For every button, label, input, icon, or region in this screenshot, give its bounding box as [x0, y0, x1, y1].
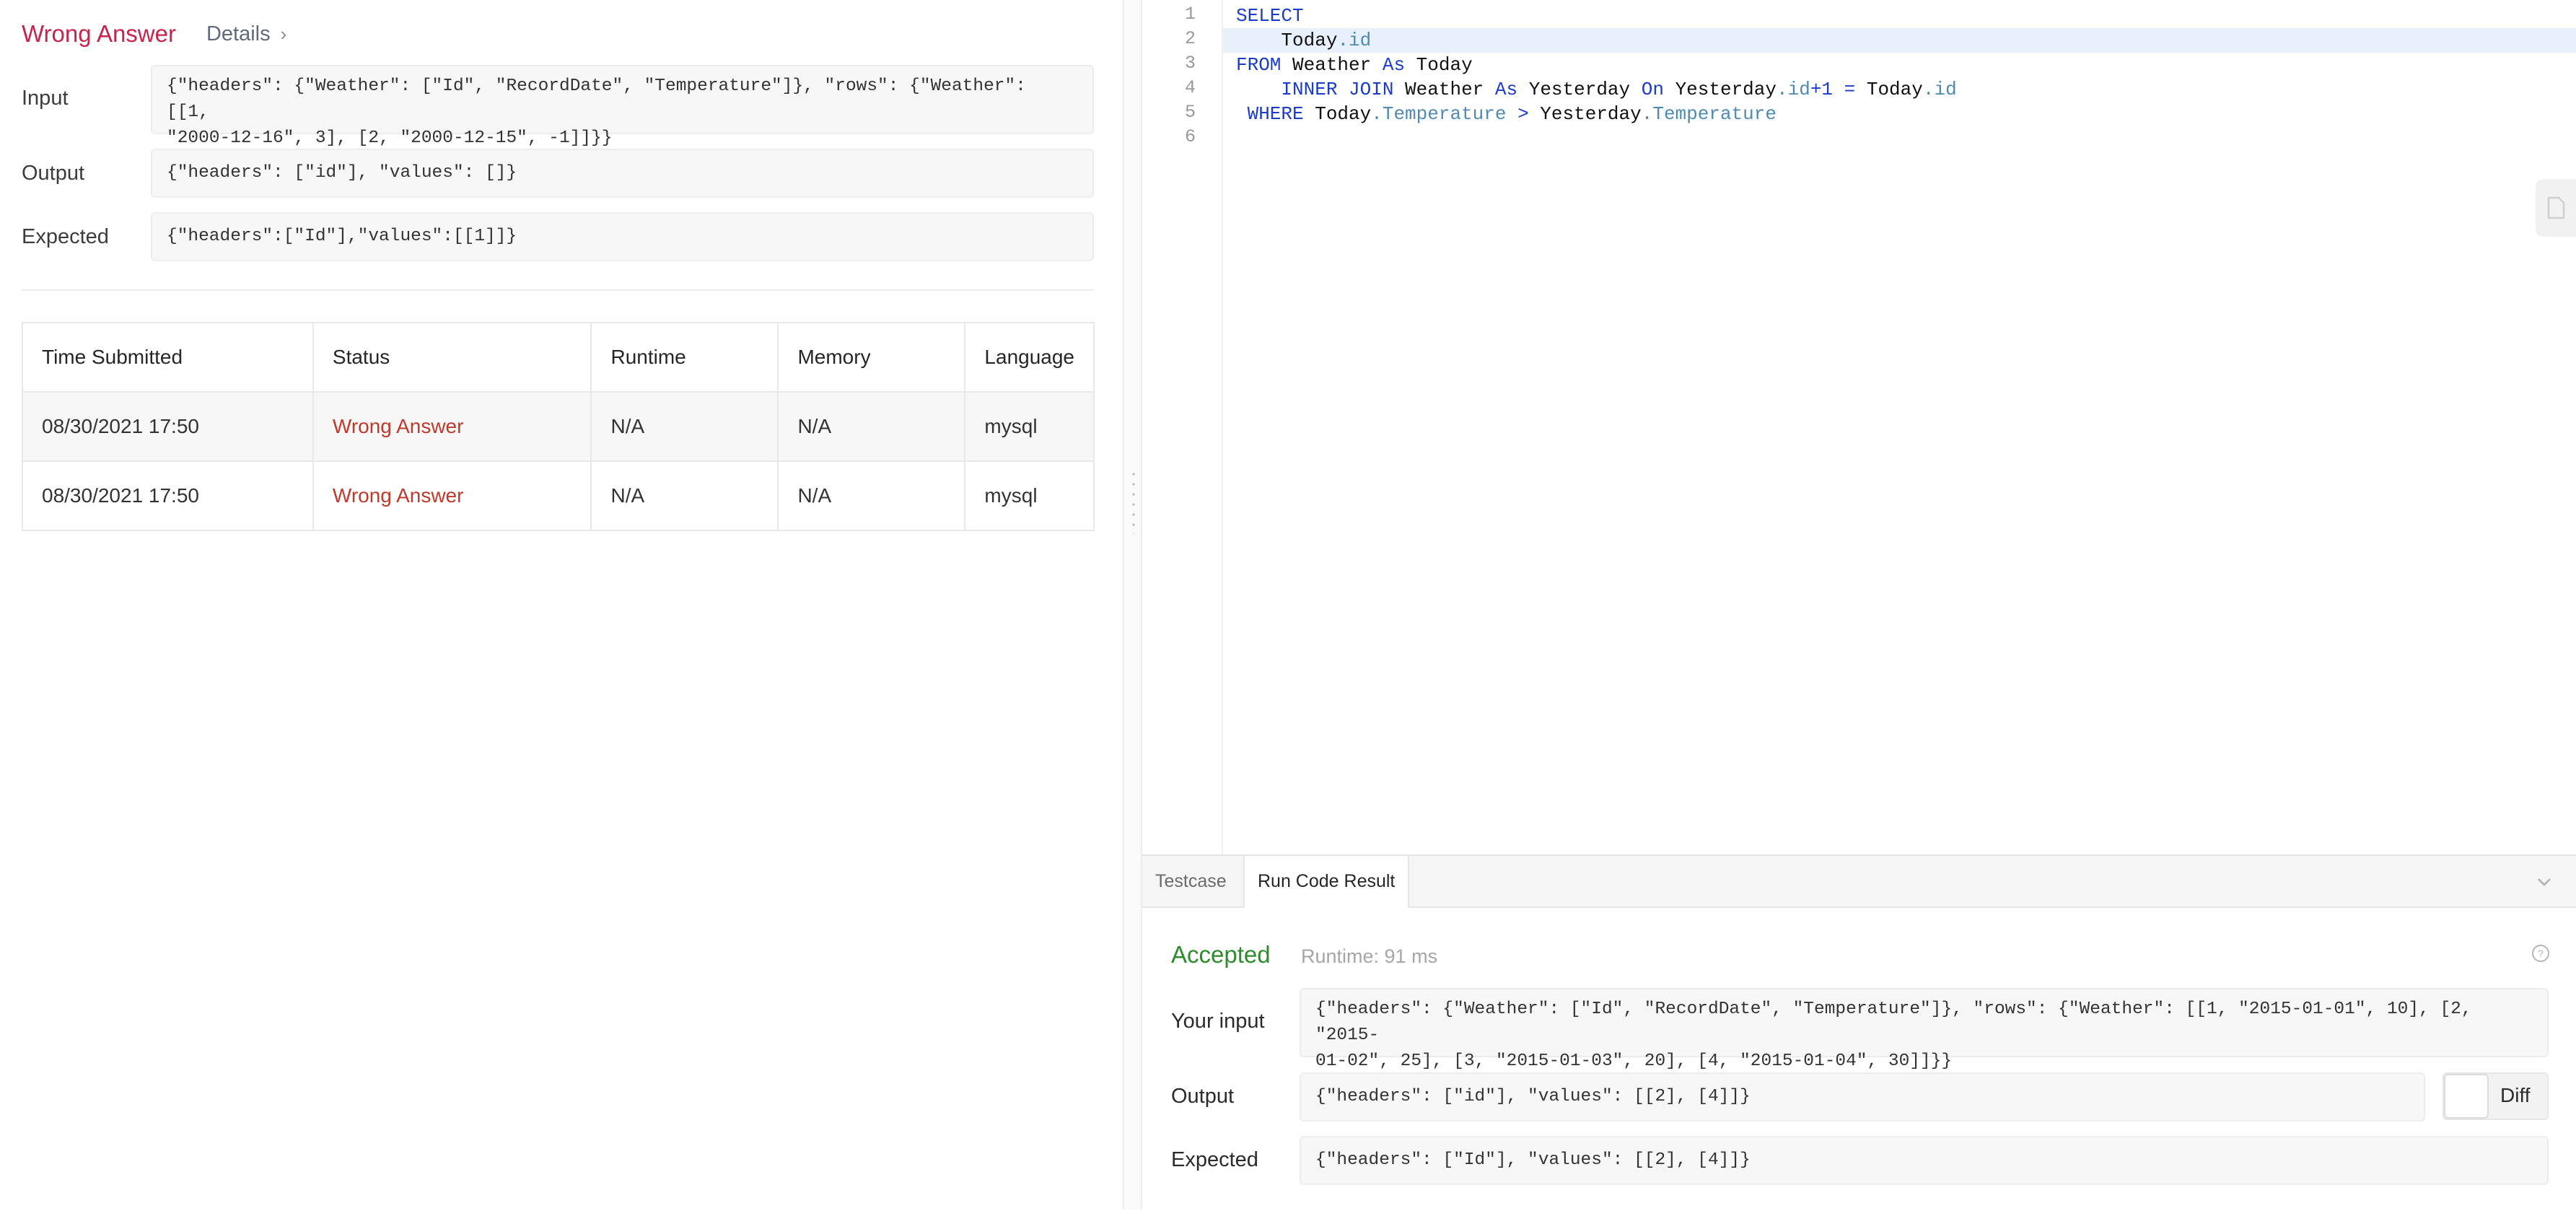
code-line-3: FROM Weather As Today [1236, 53, 1473, 77]
code-token: .id [1922, 79, 1957, 100]
cell-status-link[interactable]: Wrong Answer [312, 391, 592, 462]
console-panel: Testcase Run Code Result Accepted Runtim… [1142, 854, 2576, 1211]
code-token: Today [1303, 103, 1372, 125]
cell-language: mysql [964, 460, 1095, 531]
code-token: Today [1405, 54, 1473, 76]
cell-status-link[interactable]: Wrong Answer [312, 460, 592, 531]
panel-resize-handle[interactable] [1123, 0, 1142, 1210]
run-runtime: Runtime: 91 ms [1301, 945, 1438, 967]
code-token: .Temperature [1641, 103, 1777, 125]
code-panel: 1 2 3 4 5 6 SELECT Today.id FROM Weather… [1142, 0, 2576, 1211]
code-token: .id [1337, 30, 1372, 51]
diff-label: Diff [2500, 1084, 2531, 1106]
cell-language: mysql [964, 391, 1095, 462]
result-header: Wrong Answer Details › [22, 17, 286, 51]
code-token: As [1382, 54, 1406, 76]
code-token: .Temperature [1371, 103, 1507, 125]
table-header-row: Time Submitted Status Runtime Memory Lan… [22, 322, 1095, 393]
output-label: Output [22, 162, 85, 185]
input-line: "2000-12-16", 3], [2, "2000-12-15", -1]]… [167, 128, 613, 148]
cell-time: 08/30/2021 17:50 [22, 391, 314, 462]
output-value-box: {"headers": ["id"], "values": []} [151, 149, 1094, 198]
your-input-label: Your input [1171, 1010, 1265, 1033]
code-line-5: WHERE Today.Temperature > Yesterday.Temp… [1236, 102, 1777, 126]
code-token: Weather [1393, 79, 1495, 100]
column-header: Status [312, 322, 592, 393]
run-expected-box: {"headers": ["Id"], "values": [[2], [4]]… [1300, 1136, 2549, 1185]
code-line-4: INNER JOIN Weather As Yesterday On Yeste… [1236, 77, 1957, 102]
code-token: As [1494, 79, 1518, 100]
active-line-highlight [1222, 28, 2576, 53]
input-line: {"headers": {"Weather": ["Id", "RecordDa… [167, 76, 1026, 122]
run-status: Accepted [1171, 941, 1271, 968]
code-token: Yesterday [1517, 79, 1642, 100]
note-icon [2547, 196, 2565, 219]
code-token: Yesterday [1528, 103, 1642, 125]
code-token: FROM [1236, 54, 1282, 76]
line-number: 1 [1184, 4, 1196, 25]
divider-line [22, 289, 1094, 291]
submission-result-panel: Wrong Answer Details › Input {"headers":… [0, 0, 1123, 1210]
cell-runtime: N/A [590, 460, 779, 531]
code-token: SELECT [1236, 5, 1304, 27]
result-status-title: Wrong Answer [22, 20, 176, 47]
table-row: 08/30/2021 17:50 Wrong Answer N/A N/A my… [22, 460, 1095, 531]
input-line: {"headers": {"Weather": ["Id", "RecordDa… [1315, 1000, 2472, 1045]
tab-testcase[interactable]: Testcase [1142, 856, 1240, 908]
column-header: Time Submitted [22, 322, 314, 393]
code-token: > [1506, 103, 1529, 125]
code-token: WHERE [1236, 103, 1304, 125]
console-tab-bar: Testcase Run Code Result [1142, 856, 2576, 908]
line-number: 3 [1184, 53, 1196, 74]
code-token: Today [1855, 79, 1923, 100]
help-icon[interactable]: ? [2531, 944, 2550, 963]
code-line-2: Today.id [1236, 28, 1371, 53]
line-number: 6 [1184, 126, 1196, 147]
run-expected-label: Expected [1171, 1148, 1258, 1171]
code-token: +1 = [1810, 79, 1856, 100]
input-line: 01-02", 25], [3, "2015-01-03", 20], [4, … [1315, 1052, 1953, 1071]
table-row: 08/30/2021 17:50 Wrong Answer N/A N/A my… [22, 391, 1095, 462]
tab-run-code-result[interactable]: Run Code Result [1243, 856, 1410, 908]
code-token: INNER JOIN [1281, 79, 1394, 100]
expected-label: Expected [22, 225, 109, 248]
drag-handle-icon [1132, 469, 1135, 534]
chevron-down-icon[interactable] [2534, 872, 2554, 892]
code-token: Weather [1281, 54, 1383, 76]
expected-value-box: {"headers":["Id"],"values":[[1]]} [151, 212, 1094, 261]
column-header: Memory [777, 322, 966, 393]
column-header: Runtime [590, 322, 779, 393]
line-number: 5 [1184, 102, 1196, 123]
code-token: Today [1281, 30, 1338, 51]
cell-memory: N/A [777, 391, 966, 462]
run-output-box: {"headers": ["id"], "values": [[2], [4]]… [1300, 1072, 2425, 1122]
code-editor[interactable]: 1 2 3 4 5 6 SELECT Today.id FROM Weather… [1142, 0, 2576, 854]
details-link[interactable]: Details › [206, 22, 286, 46]
line-number: 2 [1184, 28, 1196, 49]
code-token: On [1641, 79, 1664, 100]
line-number-gutter: 1 2 3 4 5 6 [1142, 0, 1223, 854]
cell-time: 08/30/2021 17:50 [22, 460, 314, 531]
diff-switch[interactable] [2444, 1074, 2489, 1119]
submissions-table: Time Submitted Status Runtime Memory Lan… [22, 322, 1095, 531]
svg-text:?: ? [2538, 948, 2544, 959]
run-output-label: Output [1171, 1085, 1235, 1108]
cell-memory: N/A [777, 460, 966, 531]
column-header: Language [964, 322, 1095, 393]
cell-runtime: N/A [590, 391, 779, 462]
diff-toggle[interactable]: Diff [2443, 1072, 2549, 1120]
details-link-label: Details [206, 22, 271, 45]
side-panel-toggle[interactable] [2536, 179, 2576, 237]
your-input-box: {"headers": {"Weather": ["Id", "RecordDa… [1300, 988, 2549, 1071]
code-token: .id [1777, 79, 1810, 100]
chevron-right-icon: › [280, 22, 287, 45]
input-label: Input [22, 87, 69, 110]
line-number: 4 [1184, 77, 1196, 98]
input-value-box: {"headers": {"Weather": ["Id", "RecordDa… [151, 65, 1094, 148]
code-token: Yesterday [1663, 79, 1777, 100]
code-line-1: SELECT [1236, 4, 1304, 28]
